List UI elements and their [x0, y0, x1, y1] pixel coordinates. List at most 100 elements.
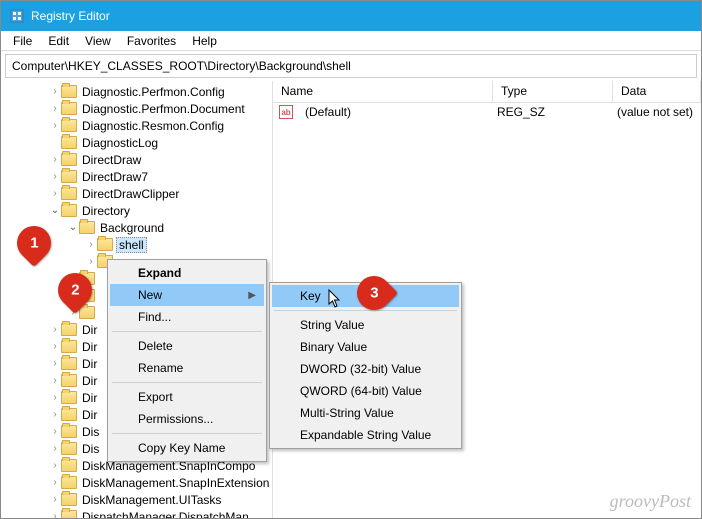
- tree-item[interactable]: ›Diagnostic.Resmon.Config: [1, 117, 272, 134]
- submenu-string[interactable]: String Value: [272, 314, 459, 336]
- menu-help[interactable]: Help: [184, 32, 225, 50]
- value-data: (value not set): [609, 105, 701, 119]
- folder-icon: [61, 340, 77, 353]
- menu-delete[interactable]: Delete: [110, 335, 264, 357]
- tree-item[interactable]: ›DirectDrawClipper: [1, 185, 272, 202]
- tree-item-label: DiagnosticLog: [80, 136, 160, 150]
- col-name[interactable]: Name: [273, 81, 493, 102]
- tree-item[interactable]: ⌄Directory: [1, 202, 272, 219]
- chevron-right-icon[interactable]: ›: [49, 103, 61, 114]
- separator: [112, 382, 262, 383]
- chevron-right-icon[interactable]: ›: [85, 256, 97, 267]
- titlebar[interactable]: Registry Editor: [1, 1, 701, 31]
- folder-icon: [61, 204, 77, 217]
- tree-item[interactable]: › Diagnostic.Perfmon.Config: [1, 83, 272, 100]
- chevron-right-icon[interactable]: ›: [85, 239, 97, 250]
- folder-icon: [61, 153, 77, 166]
- chevron-right-icon[interactable]: ›: [49, 460, 61, 471]
- chevron-right-icon[interactable]: ›: [49, 358, 61, 369]
- folder-icon: [97, 238, 113, 251]
- window-title: Registry Editor: [31, 9, 110, 23]
- tree-item-label: Dir: [80, 323, 99, 337]
- tree-item-label: DirectDraw: [80, 153, 143, 167]
- submenu-multi-string[interactable]: Multi-String Value: [272, 402, 459, 424]
- menu-edit[interactable]: Edit: [40, 32, 77, 50]
- chevron-right-icon[interactable]: ›: [49, 409, 61, 420]
- folder-icon: [61, 323, 77, 336]
- folder-icon: [61, 425, 77, 438]
- chevron-right-icon[interactable]: ›: [49, 324, 61, 335]
- address-text: Computer\HKEY_CLASSES_ROOT\Directory\Bac…: [12, 59, 351, 73]
- folder-icon: [61, 408, 77, 421]
- tree-item-label: Diagnostic.Perfmon.Config: [80, 85, 227, 99]
- tree-item-label: Dir: [80, 357, 99, 371]
- folder-icon: [61, 510, 77, 518]
- menu-permissions[interactable]: Permissions...: [110, 408, 264, 430]
- tree-item[interactable]: › DirectDraw: [1, 151, 272, 168]
- tree-item[interactable]: › DiskManagement.SnapInExtension: [1, 474, 272, 491]
- chevron-right-icon[interactable]: ›: [49, 86, 61, 97]
- chevron-right-icon[interactable]: ›: [49, 494, 61, 505]
- folder-icon: [61, 476, 77, 489]
- chevron-right-icon[interactable]: ›: [49, 392, 61, 403]
- chevron-right-icon[interactable]: ›: [49, 426, 61, 437]
- menu-export[interactable]: Export: [110, 386, 264, 408]
- chevron-right-icon[interactable]: ›: [49, 154, 61, 165]
- chevron-right-icon[interactable]: ›: [49, 120, 61, 131]
- watermark: groovyPost: [610, 491, 691, 512]
- tree-item-label: Diagnostic.Perfmon.Document: [80, 102, 247, 116]
- submenu-dword[interactable]: DWORD (32-bit) Value: [272, 358, 459, 380]
- folder-icon: [61, 374, 77, 387]
- separator: [112, 433, 262, 434]
- context-menu: Expand New▶ Find... Delete Rename Export…: [107, 259, 267, 462]
- chevron-right-icon[interactable]: ›: [49, 443, 61, 454]
- folder-icon: [79, 306, 95, 319]
- list-row[interactable]: ab (Default) REG_SZ (value not set): [273, 103, 701, 121]
- submenu-expandable-string[interactable]: Expandable String Value: [272, 424, 459, 446]
- tree-item-label: shell: [116, 237, 147, 253]
- chevron-right-icon[interactable]: ›: [49, 511, 61, 518]
- list-header: Name Type Data: [273, 81, 701, 103]
- submenu-qword[interactable]: QWORD (64-bit) Value: [272, 380, 459, 402]
- tree-item[interactable]: DiagnosticLog: [1, 134, 272, 151]
- tree-item[interactable]: › Diagnostic.Perfmon.Document: [1, 100, 272, 117]
- submenu-arrow-icon: ▶: [248, 290, 256, 301]
- separator: [112, 331, 262, 332]
- chevron-right-icon[interactable]: ›: [49, 341, 61, 352]
- col-data[interactable]: Data: [613, 81, 701, 102]
- folder-icon: [61, 391, 77, 404]
- chevron-right-icon[interactable]: ›: [49, 375, 61, 386]
- col-type[interactable]: Type: [493, 81, 613, 102]
- submenu-binary[interactable]: Binary Value: [272, 336, 459, 358]
- menu-find[interactable]: Find...: [110, 306, 264, 328]
- tree-item[interactable]: › DispatchManager.DispatchMan: [1, 508, 272, 518]
- regedit-icon: [9, 8, 25, 24]
- chevron-down-icon[interactable]: ⌄: [49, 205, 61, 216]
- menu-file[interactable]: File: [5, 32, 40, 50]
- folder-icon: [61, 170, 77, 183]
- separator: [274, 310, 457, 311]
- folder-icon: [61, 357, 77, 370]
- menu-copy-key-name[interactable]: Copy Key Name: [110, 437, 264, 459]
- tree-item[interactable]: ›DirectDraw7: [1, 168, 272, 185]
- folder-icon: [61, 442, 77, 455]
- tree-item-label: Dis: [80, 442, 101, 456]
- tree-item-label: DiskManagement.SnapInExtension: [80, 476, 271, 490]
- folder-icon: [61, 459, 77, 472]
- folder-icon: [79, 221, 95, 234]
- chevron-down-icon[interactable]: ⌄: [67, 222, 79, 233]
- chevron-right-icon[interactable]: ›: [49, 477, 61, 488]
- menu-new[interactable]: New▶: [110, 284, 264, 306]
- tree-item-label: DispatchManager.DispatchMan: [80, 510, 251, 519]
- address-bar[interactable]: Computer\HKEY_CLASSES_ROOT\Directory\Bac…: [5, 54, 697, 78]
- menu-view[interactable]: View: [77, 32, 119, 50]
- chevron-right-icon[interactable]: ›: [49, 171, 61, 182]
- menu-expand[interactable]: Expand: [110, 262, 264, 284]
- folder-icon: [61, 187, 77, 200]
- tree-item-label: Dir: [80, 391, 99, 405]
- chevron-right-icon[interactable]: ›: [49, 188, 61, 199]
- folder-icon: [61, 119, 77, 132]
- tree-item[interactable]: ›DiskManagement.UITasks: [1, 491, 272, 508]
- menu-rename[interactable]: Rename: [110, 357, 264, 379]
- menu-favorites[interactable]: Favorites: [119, 32, 184, 50]
